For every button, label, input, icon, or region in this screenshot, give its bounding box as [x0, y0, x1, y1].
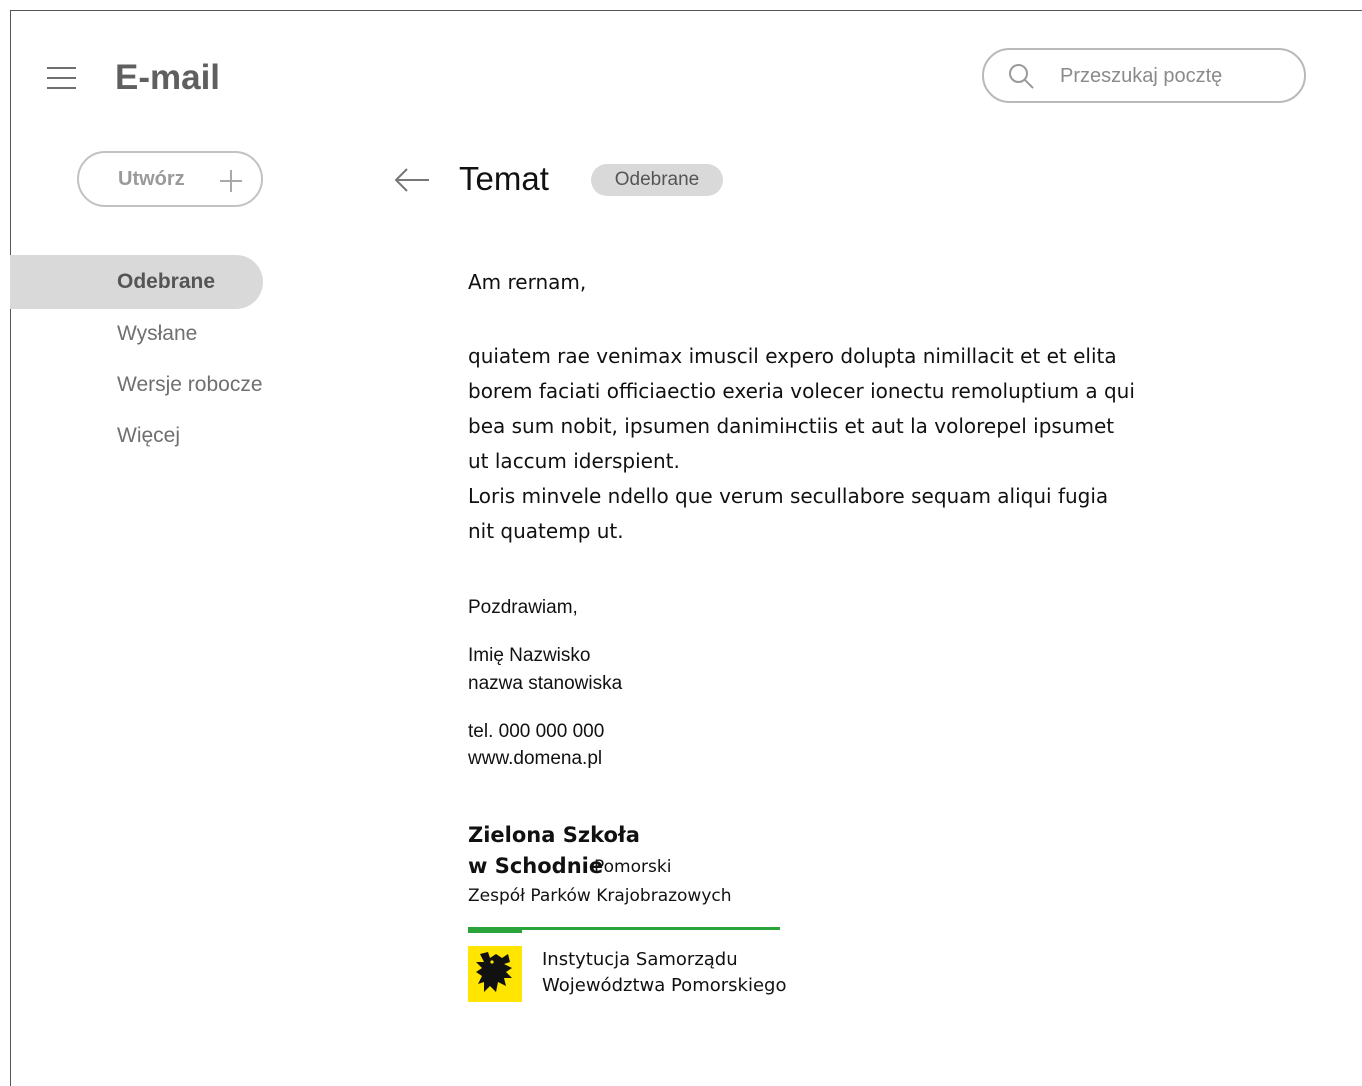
org-name-region: Pomorski — [594, 857, 672, 877]
sidebar-item-drafts[interactable]: Wersje robocze — [117, 373, 263, 397]
body-line: Loris minvele ndello que verum secullabo… — [468, 484, 1109, 508]
sidebar-item-inbox[interactable]: Odebrane — [117, 270, 215, 294]
institution-line1: Instytucja Samorządu — [542, 949, 738, 970]
folder-badge: Odebrane — [591, 164, 723, 196]
plus-icon — [220, 170, 242, 192]
search-box[interactable] — [982, 48, 1306, 103]
body-line: quiatem rae venimax imuscil expero dolup… — [468, 344, 1117, 368]
org-name-line2: w Schodnie — [468, 854, 604, 878]
signature-position: nazwa stanowiska — [468, 673, 623, 694]
sidebar-item-more[interactable]: Więcej — [117, 424, 180, 448]
signature-phone: tel. 000 000 000 — [468, 721, 605, 742]
signature-website: www.domena.pl — [468, 748, 603, 769]
body-line: ut laccum iderspient. — [468, 449, 680, 473]
menu-icon[interactable] — [47, 66, 77, 90]
logo-divider-accent — [468, 927, 522, 933]
compose-label: Utwórz — [118, 168, 185, 190]
message-body: quiatem rae venimax imuscil expero dolup… — [468, 339, 1168, 549]
search-input[interactable] — [1060, 60, 1280, 92]
org-name-line3: Zespół Parków Krajobrazowych — [468, 886, 732, 906]
org-name-line1: Zielona Szkoła — [468, 823, 640, 847]
message-greeting: Am rernam, — [468, 270, 587, 294]
body-line: borem faciati officiaectio exeria volece… — [468, 379, 1135, 403]
signature-name: Imię Nazwisko — [468, 645, 591, 666]
app-title: E-mail — [115, 58, 221, 97]
back-arrow-icon[interactable] — [393, 166, 431, 194]
compose-button[interactable]: Utwórz — [77, 151, 263, 207]
body-line: nit quatemp ut. — [468, 519, 624, 543]
griffin-emblem-icon — [468, 946, 522, 1002]
search-icon — [1009, 64, 1034, 89]
sidebar-item-sent[interactable]: Wysłane — [117, 322, 197, 346]
body-line: bea sum nobit, ipsumen danimінctiis et a… — [468, 414, 1115, 438]
message-subject: Temat — [459, 160, 549, 197]
signature-closing: Pozdrawiam, — [468, 597, 578, 618]
institution-line2: Województwa Pomorskiego — [542, 975, 787, 996]
